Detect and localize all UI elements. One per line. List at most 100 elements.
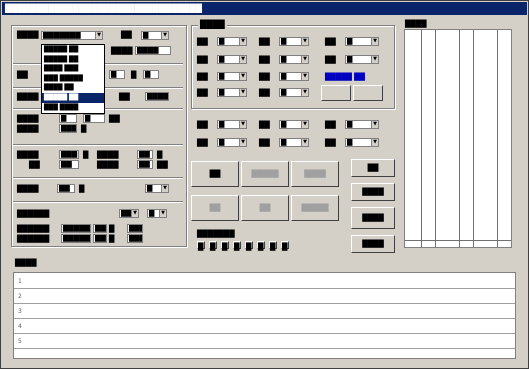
param-c3-1-select[interactable]: █ ▼ (345, 55, 379, 64)
chevron-down-icon[interactable]: ▼ (239, 73, 246, 80)
row8-select-2[interactable]: █ ▼ (147, 209, 167, 218)
row7-select[interactable]: █ ▼ (145, 184, 169, 193)
row6-input-4[interactable]: ██ (137, 160, 153, 169)
row6-input-2[interactable]: ██ (59, 160, 79, 169)
chevron-down-icon[interactable]: ▼ (371, 121, 378, 128)
chevron-down-icon[interactable]: ▼ (239, 38, 246, 45)
param-b-3-select[interactable]: █ ▼ (279, 138, 309, 147)
notes-area[interactable]: 1 2 3 4 5 (13, 272, 516, 359)
right-button-2[interactable]: ████ (351, 183, 395, 201)
type-option-selected[interactable]: █████ ██ (42, 92, 104, 103)
param-c2-2-label: ██ (259, 73, 270, 81)
chevron-down-icon[interactable]: ▼ (95, 32, 102, 39)
param-b-0-select[interactable]: █ ▼ (217, 120, 247, 129)
digit-key-2[interactable]: █ (221, 241, 229, 251)
action-button-4[interactable]: ██ (191, 195, 239, 221)
chevron-down-icon[interactable]: ▼ (371, 56, 378, 63)
digit-key-4[interactable]: █ (245, 241, 253, 251)
chevron-down-icon[interactable]: ▼ (301, 139, 308, 146)
row7-input[interactable]: ██ (57, 184, 75, 193)
param-b-1-select[interactable]: █ ▼ (217, 138, 247, 147)
chevron-down-icon[interactable]: ▼ (159, 210, 166, 217)
type-dropdown-list[interactable]: █████ ██ █████ ██ ████ ███ ███ █████ ███… (41, 44, 105, 114)
row5-input-2[interactable]: █ (83, 114, 105, 123)
param-b-5-select[interactable]: █ ▼ (345, 138, 379, 147)
chevron-down-icon[interactable]: ▼ (371, 38, 378, 45)
params-disabled-button-2[interactable] (353, 85, 383, 101)
param-c2-3-select[interactable]: █ ▼ (279, 88, 309, 97)
row6-unit-b: ████ (97, 151, 119, 159)
digit-key-5[interactable]: █ (257, 241, 265, 251)
row3-input-2[interactable]: █ (143, 70, 159, 79)
action-button-5[interactable]: ██ (241, 195, 289, 221)
note-row-number: 5 (18, 338, 22, 345)
row6-input-1[interactable]: ███ (59, 150, 79, 159)
param-c1-3-label: ██ (197, 89, 208, 97)
row2-input[interactable]: ████ (135, 46, 171, 55)
row9-input-b2[interactable]: ███ (93, 234, 107, 243)
digit-key-1[interactable]: █ (209, 241, 217, 251)
digit-key-7[interactable]: █ (281, 241, 289, 251)
param-c2-0-select[interactable]: █ ▼ (279, 37, 309, 46)
row6-input-3[interactable]: ██ (137, 150, 153, 159)
param-c2-2-select[interactable]: █ ▼ (279, 72, 309, 81)
chevron-down-icon[interactable]: ▼ (371, 139, 378, 146)
action-button-3[interactable]: ████ (291, 161, 339, 187)
param-b-2-select[interactable]: █ ▼ (279, 120, 309, 129)
row8-select-1[interactable]: ██ ▼ (119, 209, 139, 218)
param-c3-0-select[interactable]: █ ▼ (345, 37, 379, 46)
digits-label: ███████ (197, 230, 235, 238)
chevron-down-icon[interactable]: ▼ (301, 89, 308, 96)
type-select[interactable]: ███████ ▼ (41, 31, 103, 40)
digit-key-0[interactable]: █ (197, 241, 205, 251)
row7-label: ████ (17, 185, 39, 193)
param-c1-1-label: ██ (197, 56, 208, 64)
right-button-1[interactable]: ██ (351, 159, 395, 177)
chevron-down-icon[interactable]: ▼ (239, 89, 246, 96)
digit-key-6-label: █ (270, 243, 276, 251)
type-option[interactable]: █████ ██ (42, 55, 104, 65)
param-c1-1-select[interactable]: █ ▼ (217, 55, 247, 64)
chevron-down-icon[interactable]: ▼ (301, 56, 308, 63)
digit-key-6[interactable]: █ (269, 241, 277, 251)
param-c1-2-select[interactable]: █ ▼ (217, 72, 247, 81)
row9-input-b1[interactable]: ██████ (61, 234, 91, 243)
type-option[interactable]: █████ ██ (42, 45, 104, 55)
chevron-down-icon[interactable]: ▼ (301, 38, 308, 45)
param-c1-0-select[interactable]: █ ▼ (217, 37, 247, 46)
chevron-down-icon[interactable]: ▼ (239, 56, 246, 63)
type-option[interactable]: ████ ███ (42, 64, 104, 74)
chevron-down-icon[interactable]: ▼ (239, 121, 246, 128)
chevron-down-icon[interactable]: ▼ (131, 210, 138, 217)
row9-input-a4[interactable]: ███ (127, 224, 143, 233)
params-disabled-button-1[interactable] (321, 85, 351, 101)
chevron-down-icon[interactable]: ▼ (161, 32, 168, 39)
param-b-4-select[interactable]: █ ▼ (345, 120, 379, 129)
action-button-1[interactable]: ██ (191, 161, 239, 187)
row3-input-1[interactable]: █ (109, 70, 125, 79)
param-c2-1-select[interactable]: █ ▼ (279, 55, 309, 64)
action-button-6-label: █████ (301, 204, 329, 212)
type-option[interactable]: ███ ████ (42, 103, 104, 113)
chevron-down-icon[interactable]: ▼ (301, 73, 308, 80)
chevron-down-icon[interactable]: ▼ (301, 121, 308, 128)
row1-select[interactable]: █ ▼ (141, 31, 169, 40)
chevron-down-icon[interactable]: ▼ (239, 139, 246, 146)
results-listbox[interactable] (404, 29, 512, 248)
row5-input-3[interactable]: ███ (59, 124, 77, 133)
row5-input-1[interactable]: █ (59, 114, 77, 123)
right-button-3[interactable]: ████ (351, 207, 395, 229)
digit-key-3[interactable]: █ (233, 241, 241, 251)
param-c1-2-label: ██ (197, 73, 208, 81)
row9-input-b4[interactable]: ███ (127, 234, 143, 243)
action-button-6[interactable]: █████ (291, 195, 339, 221)
param-c1-3-select[interactable]: █ ▼ (217, 88, 247, 97)
row4-tail-input[interactable]: ████ (145, 92, 169, 101)
action-button-2[interactable]: █████ (241, 161, 289, 187)
right-button-4[interactable]: ████ (351, 235, 395, 253)
type-option[interactable]: ███ █████ (42, 74, 104, 84)
row9-input-a1[interactable]: ██████ (61, 224, 91, 233)
chevron-down-icon[interactable]: ▼ (161, 185, 168, 192)
row9-input-a2[interactable]: ███ (93, 224, 107, 233)
type-option[interactable]: ████ ██ (42, 83, 104, 93)
